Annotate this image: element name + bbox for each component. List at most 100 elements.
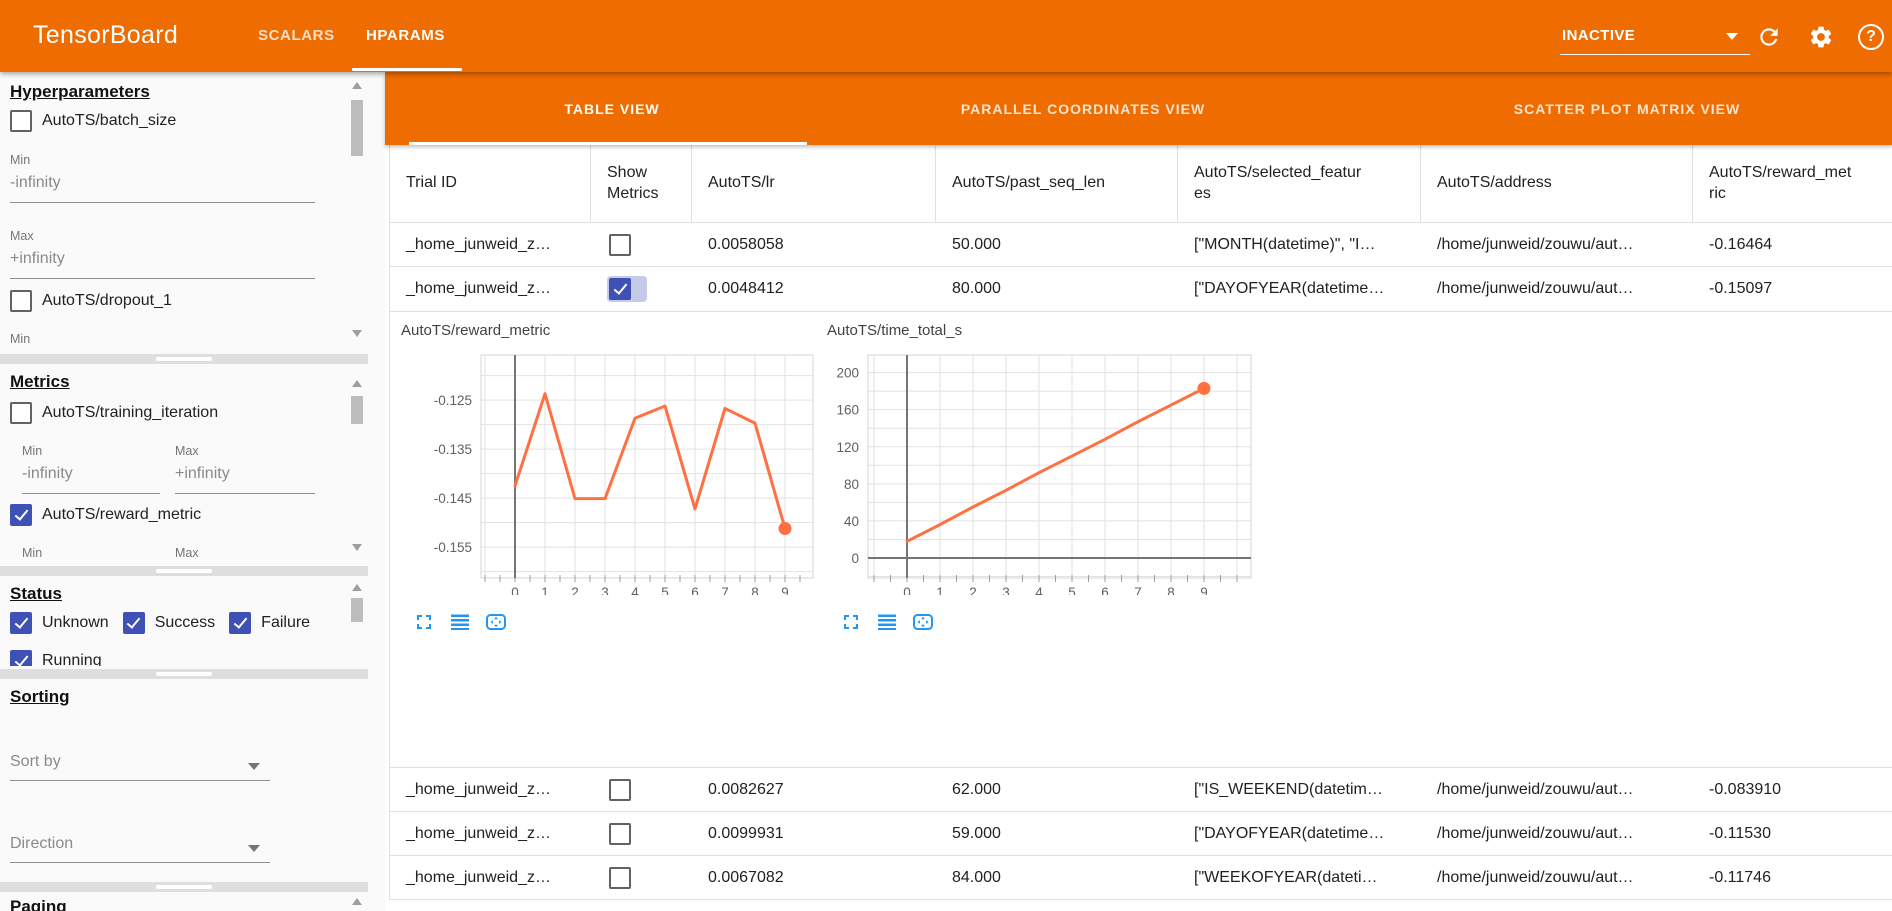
status-option-unknown[interactable]: Unknown (10, 612, 109, 634)
cell-trial-id: _home_junweid_z… (390, 812, 591, 855)
trials-table: Trial IDShow MetricsAutoTS/lrAutoTS/past… (389, 145, 1892, 900)
cell-show-metrics (591, 223, 692, 266)
cell-past-seq-len: 80.000 (936, 267, 1178, 311)
scrollbar[interactable] (349, 582, 365, 664)
input-underline (10, 202, 315, 203)
section-resize-handle[interactable] (0, 354, 368, 364)
scrollbar-thumb[interactable] (351, 396, 363, 424)
section-resize-handle[interactable] (0, 566, 368, 576)
tab-scatter-plot-matrix-view[interactable]: SCATTER PLOT MATRIX VIEW (1514, 101, 1740, 117)
training-iteration-checkbox[interactable] (10, 402, 32, 424)
show-metrics-checkbox[interactable] (609, 234, 631, 256)
scroll-up-icon[interactable] (352, 82, 362, 89)
expand-icon[interactable] (839, 610, 863, 634)
reset-zoom-icon[interactable] (911, 610, 935, 634)
min-input[interactable]: -infinity (22, 465, 73, 483)
show-metrics-checkbox[interactable] (609, 779, 631, 801)
scroll-up-icon[interactable] (352, 898, 362, 905)
status-label: Failure (261, 614, 310, 632)
reset-zoom-icon[interactable] (484, 610, 508, 634)
column-header-autots-address[interactable]: AutoTS/address (1421, 145, 1693, 222)
chevron-down-icon (1726, 33, 1738, 40)
status-options: Unknown Success Failure Running (10, 612, 355, 666)
svg-text:7: 7 (721, 585, 729, 595)
cell-past-seq-len: 50.000 (936, 223, 1178, 266)
param-label: AutoTS/batch_size (42, 112, 176, 130)
max-label: Max (175, 444, 199, 458)
column-header-autots-reward-metric[interactable]: AutoTS/reward_metric (1693, 145, 1892, 222)
run-status-dropdown[interactable]: INACTIVE (1560, 0, 1750, 72)
svg-text:-0.135: -0.135 (434, 442, 472, 457)
cell-selected-features: ["DAYOFYEAR(datetime… (1178, 267, 1421, 311)
svg-text:5: 5 (661, 585, 669, 595)
status-checkbox[interactable] (10, 650, 32, 666)
refresh-icon[interactable] (1756, 24, 1782, 50)
section-resize-handle[interactable] (0, 669, 368, 679)
svg-text:8: 8 (751, 585, 759, 595)
status-option-running[interactable]: Running (10, 650, 102, 666)
min-input[interactable]: -infinity (10, 174, 61, 192)
status-option-failure[interactable]: Failure (229, 612, 310, 634)
status-label: Running (42, 652, 102, 666)
scroll-up-icon[interactable] (352, 380, 362, 387)
metric-training-iteration[interactable]: AutoTS/training_iteration (10, 402, 218, 424)
column-header-autots-lr[interactable]: AutoTS/lr (692, 145, 936, 222)
direction-select[interactable]: Direction (10, 835, 73, 853)
scroll-down-icon[interactable] (352, 330, 362, 337)
svg-text:9: 9 (781, 585, 789, 595)
chart-toolbar (412, 610, 508, 634)
param-dropout[interactable]: AutoTS/dropout_1 (10, 290, 172, 312)
svg-text:3: 3 (601, 585, 609, 595)
expand-icon[interactable] (412, 610, 436, 634)
status-checkbox[interactable] (123, 612, 145, 634)
input-underline (22, 493, 160, 494)
column-header-autots-past-seq-len[interactable]: AutoTS/past_seq_len (936, 145, 1178, 222)
cell-trial-id: _home_junweid_z… (390, 768, 591, 811)
tab-scalars[interactable]: SCALARS (258, 27, 335, 44)
scrollbar-thumb[interactable] (351, 598, 363, 622)
param-batch-size[interactable]: AutoTS/batch_size (10, 110, 176, 132)
help-icon[interactable]: ? (1858, 24, 1884, 50)
scroll-up-icon[interactable] (352, 584, 362, 591)
sort-by-select[interactable]: Sort by (10, 753, 61, 771)
svg-text:1: 1 (936, 585, 944, 595)
min-label: Min (10, 153, 30, 167)
svg-text:80: 80 (844, 477, 859, 492)
scrollbar[interactable] (349, 378, 365, 558)
scrollbar-thumb[interactable] (351, 100, 363, 156)
time-total-s-chart: 040801201602000123456789 (801, 345, 1271, 595)
batch-size-checkbox[interactable] (10, 110, 32, 132)
status-checkbox[interactable] (10, 612, 32, 634)
gear-icon[interactable] (1808, 24, 1834, 50)
scrollbar[interactable] (349, 80, 365, 348)
show-metrics-checkbox[interactable] (609, 823, 631, 845)
show-metrics-checkbox[interactable] (609, 867, 631, 889)
toggle-table-icon[interactable] (448, 610, 472, 634)
table-row: _home_junweid_z…0.006708284.000["WEEKOFY… (390, 856, 1892, 900)
status-option-success[interactable]: Success (123, 612, 215, 634)
section-resize-handle[interactable] (0, 882, 368, 892)
show-metrics-cell (607, 232, 633, 258)
scrollbar[interactable] (349, 896, 365, 911)
column-header-autots-selected-features[interactable]: AutoTS/selected_features (1178, 145, 1421, 222)
tab-parallel-coordinates-view[interactable]: PARALLEL COORDINATES VIEW (961, 101, 1205, 117)
toggle-table-icon[interactable] (875, 610, 899, 634)
reward-metric-chart: -0.125-0.135-0.145-0.1550123456789 (399, 345, 819, 595)
chart-title: AutoTS/reward_metric (401, 322, 550, 339)
max-input[interactable]: +infinity (175, 465, 230, 483)
svg-text:6: 6 (691, 585, 699, 595)
dropout-checkbox[interactable] (10, 290, 32, 312)
svg-text:-0.145: -0.145 (434, 491, 472, 506)
tab-table-view[interactable]: TABLE VIEW (564, 101, 659, 117)
scroll-down-icon[interactable] (352, 544, 362, 551)
tab-hparams[interactable]: HPARAMS (366, 27, 445, 44)
column-header-show-metrics[interactable]: Show Metrics (591, 145, 692, 222)
chevron-down-icon[interactable] (248, 845, 260, 852)
status-checkbox[interactable] (229, 612, 251, 634)
column-header-trial-id[interactable]: Trial ID (390, 145, 591, 222)
metric-reward-metric[interactable]: AutoTS/reward_metric (10, 504, 201, 526)
show-metrics-checkbox[interactable] (609, 278, 631, 300)
reward-metric-checkbox[interactable] (10, 504, 32, 526)
max-input[interactable]: +infinity (10, 250, 65, 268)
chevron-down-icon[interactable] (248, 763, 260, 770)
